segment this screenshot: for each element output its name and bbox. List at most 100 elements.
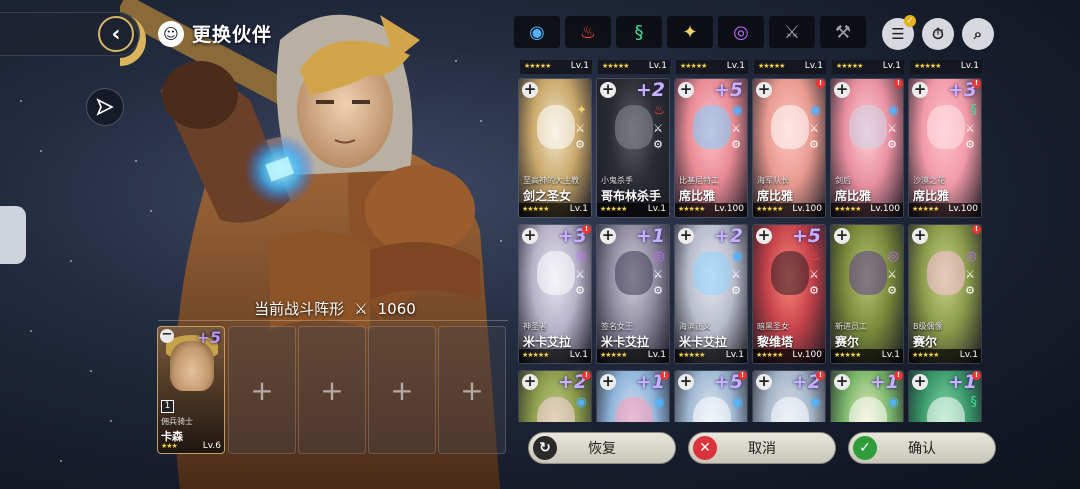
add-icon[interactable]: + [834,374,850,390]
add-icon[interactable]: + [522,82,538,98]
sort-list-icon: ☰ [891,25,905,43]
card-footer: ★★★★★ Lv.1 [520,60,592,74]
add-icon[interactable]: + [678,82,694,98]
hero-card[interactable]: + +1! ◉ [830,370,904,422]
add-icon[interactable]: + [756,82,772,98]
add-icon[interactable]: + [834,82,850,98]
gear-icon: ⚙ [809,138,819,151]
hero-card[interactable]: + ✦ ⚔ ⚙ 至高神的大主教 剑之圣女 ★★★★★ Lv.1 [518,78,592,218]
hero-card[interactable]: + +2 ◉ ⚔ ⚙ 海滨正义 米卡艾拉 ★★★★★ Lv.1 [674,224,748,364]
card-footer: ★★★★★ Lv.1 [519,203,591,217]
hero-card[interactable]: + +5! ◉ [674,370,748,422]
hero-card[interactable]: + +1! § [908,370,982,422]
element-icon: ♨ [809,249,821,264]
star-rating: ★★★★★ [756,351,783,359]
hero-level: Lv.1 [804,61,823,71]
formation-slot-3[interactable]: + [298,326,366,454]
share-button[interactable] [86,88,124,126]
hero-level: Lv.1 [570,61,589,71]
hero-card[interactable]: + +1! ◉ [596,370,670,422]
add-icon[interactable]: + [678,228,694,244]
confirm-button[interactable]: ✓ 确认 [848,432,996,464]
add-icon[interactable]: + [522,374,538,390]
sword-icon: ⚔ [809,268,819,281]
formation-slot-5[interactable]: + [438,326,506,454]
filter-water-element[interactable]: ◉ [514,16,560,48]
hero-card[interactable]: + +5 ◉ ⚔ ⚙ 比基尼特工 席比雅 ★★★★★ Lv.100 [674,78,748,218]
add-icon[interactable]: + [522,228,538,244]
add-icon[interactable]: + [600,374,616,390]
gear-icon: ⚙ [809,284,819,297]
timer-button[interactable]: ⏱ [922,18,954,50]
formation-slot-2[interactable]: + [228,326,296,454]
alert-icon: ! [582,225,591,234]
hero-name: 米卡艾拉 [601,335,650,349]
back-button[interactable]: ‹ [98,16,134,52]
sword-icon: ⚔ [653,268,663,281]
skill-icons: ⚔ ⚙ [807,267,821,299]
hero-subtitle: 暗黑圣女 [757,322,789,331]
card-footer: ★★★★★ Lv.100 [831,203,903,217]
hero-card[interactable]: + +5 ♨ ⚔ ⚙ 暗黑圣女 黎维塔 ★★★★★ Lv.100 [752,224,826,364]
hero-name: 席比雅 [679,189,716,203]
hero-card[interactable]: + +1 ◎ ⚔ ⚙ 签名女王 米卡艾拉 ★★★★★ Lv.1 [596,224,670,364]
card-footer: ★★★★★ Lv.1 [676,60,748,74]
hero-subtitle: 至高神的大主教 [523,176,579,185]
element-filter-bar: ◉ ♨ § ✦ ◎ ⚔ ⚒ [514,16,866,48]
sword-icon: ⚔ [965,122,975,135]
gear-icon: ⚙ [653,138,663,151]
card-footer: ★★★★★ Lv.1 [519,349,591,363]
restore-label: 恢复 [588,441,616,457]
filter-fire-element[interactable]: ♨ [565,16,611,48]
hero-card[interactable]: +! ◉ ⚔ ⚙ 海军队长 席比雅 ★★★★★ Lv.100 [752,78,826,218]
add-icon[interactable]: + [834,228,850,244]
filter-wind-element[interactable]: § [616,16,662,48]
hero-card[interactable]: + +2! ◉ [518,370,592,422]
add-icon[interactable]: + [678,374,694,390]
hero-card[interactable]: + ◎ ⚔ ⚙ 新进员工 赛尔 ★★★★★ Lv.1 [830,224,904,364]
alert-icon: ! [972,225,981,234]
bonus-badge: +1 [635,225,665,247]
formation-slot-1[interactable]: − +5 1 佣兵骑士 卡森 ★★★ Lv.6 [157,326,225,454]
search-button[interactable]: ⌕ [962,18,994,50]
star-rating: ★★★★★ [600,205,627,213]
add-icon[interactable]: + [756,228,772,244]
filter-hammer[interactable]: ⚒ [820,16,866,48]
hero-card[interactable]: + +3! ◎ ⚔ ⚙ 神圣者 米卡艾拉 ★★★★★ Lv.1 [518,224,592,364]
formation-slot-4[interactable]: + [368,326,436,454]
add-icon[interactable]: + [600,228,616,244]
hero-name: 席比雅 [913,189,950,203]
star-rating: ★★★★★ [758,62,785,70]
chevron-left-icon: ‹ [111,21,121,47]
filter-dark-element[interactable]: ◎ [718,16,764,48]
sword-icon: ⚔ [653,122,663,135]
add-icon[interactable]: + [756,374,772,390]
side-drawer-handle[interactable] [0,206,26,264]
sort-button[interactable]: ☰ ✓ [882,15,916,50]
hero-name: 席比雅 [757,189,794,203]
add-icon[interactable]: + [912,82,928,98]
card-footer: ★★★★★ Lv.100 [675,203,747,217]
add-icon[interactable]: + [600,82,616,98]
hero-card[interactable]: +! ◉ ⚔ ⚙ 剑后 席比雅 ★★★★★ Lv.100 [830,78,904,218]
hero-card[interactable]: + +3! § ⚔ ⚙ 沙漠之花 席比雅 ★★★★★ Lv.100 [908,78,982,218]
hero-card[interactable]: + +2! ◉ [752,370,826,422]
card-footer: ★★★★★ Lv.1 [597,203,669,217]
hero-card[interactable]: +! ◎ ⚔ ⚙ B级偶像 赛尔 ★★★★★ Lv.1 [908,224,982,364]
add-icon[interactable]: + [912,374,928,390]
hero-card[interactable]: + +2 ♨ ⚔ ⚙ 小鬼杀手 哥布林杀手 ★★★★★ Lv.1 [596,78,670,218]
add-icon[interactable]: + [912,228,928,244]
cancel-button[interactable]: ✕ 取消 [688,432,836,464]
element-icon: ◉ [731,103,743,118]
card-footer: ★★★★★ Lv.1 [754,60,826,74]
hero-grid[interactable]: ★★★★★ Lv.1 ★★★★★ Lv.1 ★★★★★ Lv.1 ★★★★★ Lv.1 ★★★★… [516,60,986,422]
remove-icon[interactable]: − [160,328,174,343]
star-rating: ★★★★★ [912,351,939,359]
hero-level: Lv.1 [960,61,979,71]
filter-light-element[interactable]: ✦ [667,16,713,48]
restore-button[interactable]: ↻ 恢复 [528,432,676,464]
card-footer: ★★★★★ Lv.1 [910,60,982,74]
star-rating: ★★★★★ [834,205,861,213]
filter-sword[interactable]: ⚔ [769,16,815,48]
skill-icons: ⚔ ⚙ [573,121,587,153]
